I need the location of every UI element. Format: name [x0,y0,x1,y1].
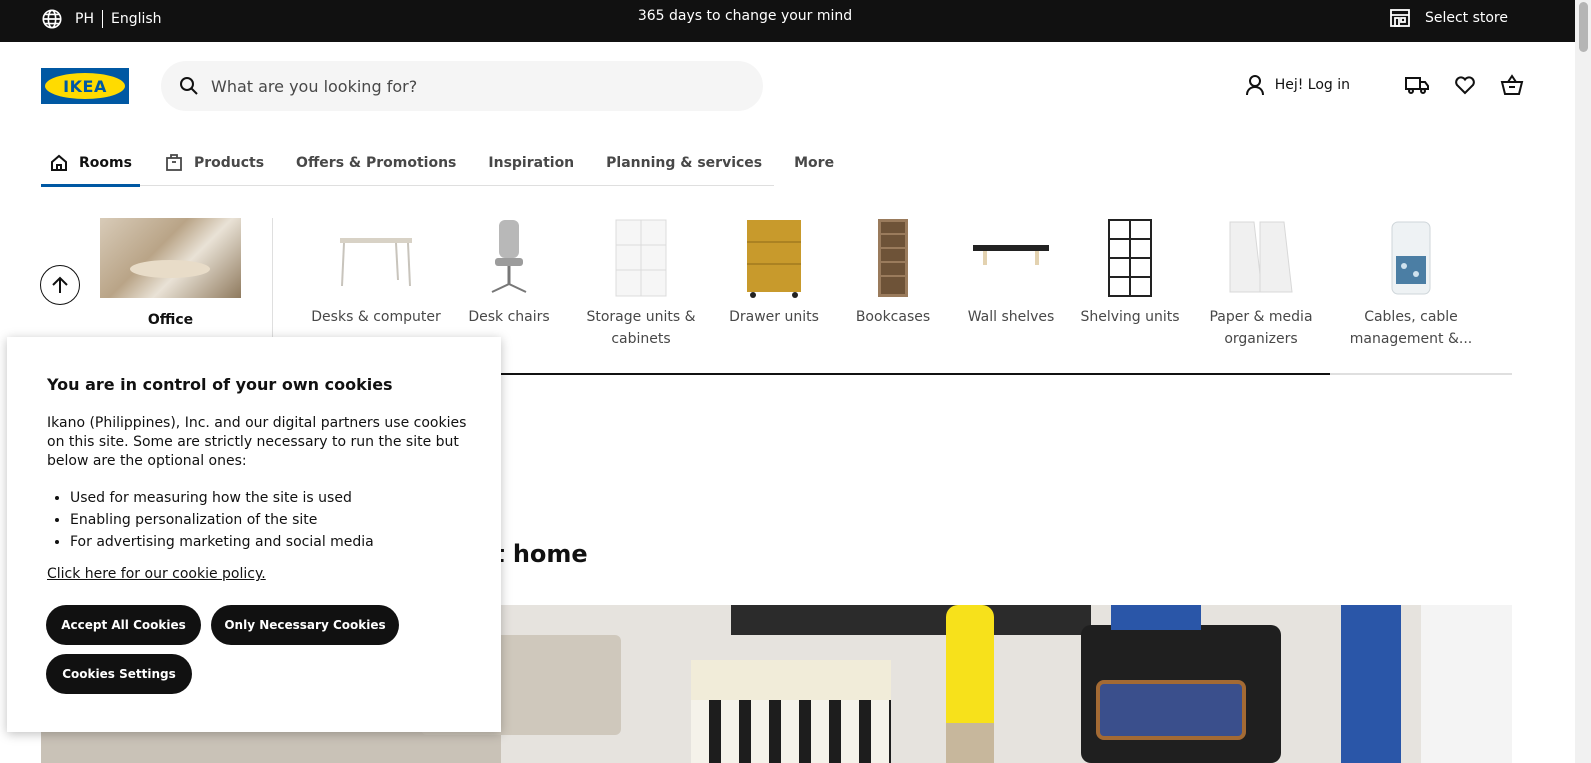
search-bar[interactable] [161,61,763,111]
room-label: Office [147,312,194,328]
category-label: Drawer units [729,309,819,325]
tab-rooms[interactable]: Rooms [41,140,140,187]
section-heading: t home [493,540,588,568]
storage-cabinet-image [580,218,702,298]
category-storage-units[interactable]: Storage units & cabinets [580,218,702,350]
tab-label: Inspiration [488,154,575,171]
products-icon [166,153,182,171]
login-label: Hej! Log in [1274,77,1350,93]
promo-message[interactable]: 365 days to change your mind [0,8,1490,24]
ikea-logo[interactable]: IKEA [41,68,129,104]
category-bookcases[interactable]: Bookcases [850,218,936,328]
bookcase-image [850,218,936,298]
desk-chair-image [464,218,554,298]
category-label: Bookcases [855,309,931,325]
category-shelving-units[interactable]: Shelving units [1080,218,1180,328]
category-label-line2: organizers [1224,331,1298,347]
tab-label: Offers & Promotions [296,154,457,171]
desk-image [308,218,444,298]
office-room-image [100,218,241,298]
header-actions: Hej! Log in [1245,74,1524,96]
category-label: Desks & computer [311,309,441,325]
login-button[interactable]: Hej! Log in [1245,74,1350,96]
tab-products[interactable]: Products [156,140,272,185]
cable-box-image [1346,218,1476,298]
cart-icon[interactable] [1500,74,1524,96]
category-label-line1: Paper & media [1209,309,1313,325]
store-icon [1390,9,1410,27]
only-necessary-cookies-button[interactable]: Only Necessary Cookies [211,605,399,645]
cookie-policy-link[interactable]: Click here for our cookie policy. [47,566,266,582]
select-store-label: Select store [1424,10,1508,26]
category-label-line1: Storage units & [586,309,696,325]
delivery-truck-icon[interactable] [1404,75,1430,95]
divider [272,218,273,353]
tab-label: More [794,154,835,171]
logo-text: IKEA [45,73,125,99]
search-icon[interactable] [179,76,199,96]
category-label-line2: management &... [1349,331,1473,347]
category-paper-media-organizers[interactable]: Paper & media organizers [1204,218,1318,350]
cookies-settings-button[interactable]: Cookies Settings [46,654,192,694]
category-wall-shelves[interactable]: Wall shelves [966,218,1056,328]
cookie-consent-dialog: You are in control of your own cookies I… [7,337,501,732]
category-cables[interactable]: Cables, cable management &... [1346,218,1476,350]
tab-offers-promotions[interactable]: Offers & Promotions [288,140,464,185]
list-item: For advertising marketing and social med… [70,531,374,553]
category-label: Desk chairs [468,309,550,325]
paper-organizer-image [1204,218,1318,298]
list-item: Used for measuring how the site is used [70,487,374,509]
category-label-line2: cabinets [611,331,671,347]
tab-label: Rooms [79,154,132,171]
page-scrollbar[interactable] [1575,0,1591,763]
cookie-dialog-title: You are in control of your own cookies [47,375,393,394]
scroll-up-button[interactable] [40,265,80,305]
category-desk-chairs[interactable]: Desk chairs [464,218,554,328]
arrow-up-icon [52,276,68,293]
category-label-line1: Cables, cable [1364,309,1458,325]
tab-more[interactable]: More [786,140,842,185]
drawer-unit-image [728,218,820,298]
tab-label: Planning & services [606,154,763,171]
list-item: Enabling personalization of the site [70,509,374,531]
shelving-unit-image [1080,218,1180,298]
main-navigation: Rooms Products Offers & Promotions Inspi… [41,140,834,187]
home-icon [51,154,67,171]
scrollbar-thumb[interactable] [1579,2,1588,52]
top-bar: PH English 365 days to change your mind … [0,0,1575,42]
category-desks[interactable]: Desks & computer [308,218,444,328]
tab-label: Products [193,154,265,171]
accept-all-cookies-button[interactable]: Accept All Cookies [46,605,201,645]
select-store-button[interactable]: Select store [1389,8,1508,28]
category-label: Wall shelves [967,309,1055,325]
wall-shelf-image [966,218,1056,298]
category-label: Shelving units [1080,309,1180,325]
cookie-intro-text: Ikano (Philippines), Inc. and our digita… [47,415,467,469]
search-input[interactable] [211,73,731,99]
tab-inspiration[interactable]: Inspiration [480,140,582,185]
heart-icon[interactable] [1454,75,1476,95]
cookie-purpose-list: Used for measuring how the site is used … [70,487,374,553]
tab-planning-services[interactable]: Planning & services [598,140,770,185]
user-icon [1245,75,1264,96]
room-card-office[interactable]: Office [100,218,241,328]
category-drawer-units[interactable]: Drawer units [728,218,820,328]
